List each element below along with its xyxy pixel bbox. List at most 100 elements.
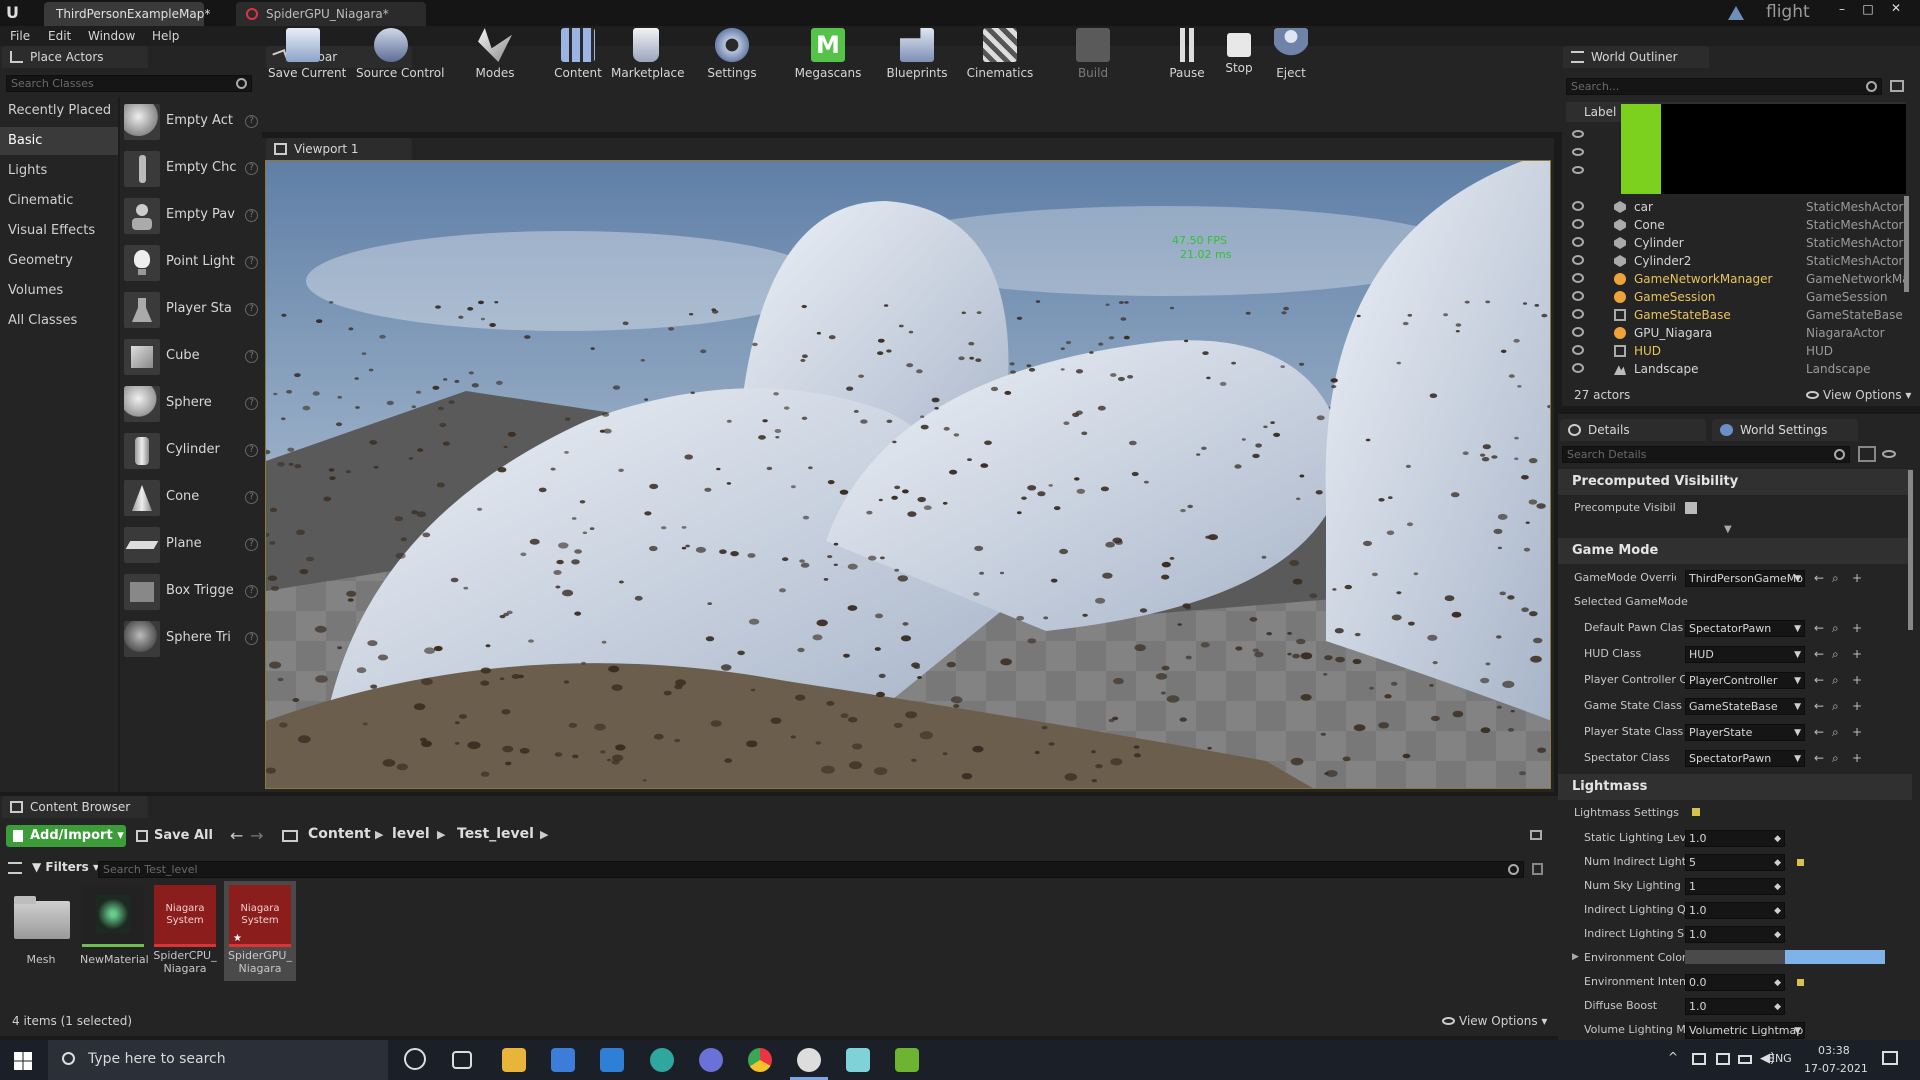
help-icon[interactable]: ? [245,256,258,269]
settings-button[interactable]: Settings [697,24,767,84]
asset-new-material[interactable]: NewMaterial [80,885,149,966]
outliner-search-input[interactable]: Search... [1566,78,1882,95]
browse-icon[interactable]: ⌕ [1832,700,1842,712]
hud-class-select[interactable]: HUD ▼ [1685,646,1805,663]
browse-icon[interactable]: ⌕ [1832,726,1842,738]
actor-empty-pawn[interactable]: Empty Pav? [122,194,258,238]
use-selected-arrow-icon[interactable]: ← [1814,648,1824,660]
outliner-row-gamestatebase[interactable]: GameStateBase GameStateBase [1562,306,1910,324]
reset-icon[interactable] [1692,808,1700,816]
reset-icon[interactable] [1797,979,1804,986]
category-all-classes[interactable]: All Classes [0,307,118,335]
eye-icon[interactable] [1572,291,1584,301]
use-selected-arrow-icon[interactable]: ← [1814,622,1824,634]
eye-icon[interactable] [1572,327,1584,337]
marketplace-button[interactable]: Marketplace [611,24,685,84]
asset-spidercpu-niagara[interactable]: Niagara System SpiderCPU_Niagara [152,885,218,975]
use-selected-arrow-icon[interactable]: ← [1814,674,1824,686]
add-icon[interactable]: + [1852,622,1862,634]
menu-file[interactable]: File [10,28,30,44]
browse-icon[interactable]: ⌕ [1832,674,1842,686]
source-control-icon[interactable] [1728,6,1744,20]
tab-spider-gpu-niagara[interactable]: SpiderGPU_Niagara* [236,2,426,26]
use-selected-arrow-icon[interactable]: ← [1814,726,1824,738]
save-search-icon[interactable] [1532,863,1543,875]
tray-chevron-icon[interactable]: ^ [1668,1050,1678,1064]
task-view-icon[interactable] [452,1051,472,1069]
details-eye-icon[interactable] [1882,450,1896,458]
actor-sphere[interactable]: Sphere? [122,382,258,426]
eye-icon[interactable] [1572,166,1584,174]
notepad-icon[interactable] [846,1048,870,1072]
volume-lighting-method-select[interactable]: Volumetric Lightmap ▼ [1685,1022,1805,1039]
tab-third-person-map[interactable]: ThirdPersonExampleMap* [44,2,210,26]
subsection-selected-gamemode[interactable]: Selected GameMode [1558,591,1912,613]
tab-details[interactable]: Details [1560,419,1706,441]
close-button[interactable]: ✕ [1886,1,1906,15]
add-icon[interactable]: + [1852,648,1862,660]
num-indirect-lighting-input[interactable]: 5 ◆ [1685,854,1785,871]
add-icon[interactable]: + [1852,674,1862,686]
actor-plane[interactable]: Plane? [122,523,258,567]
filters-button[interactable]: ▼ Filters ▾ [32,860,99,874]
sources-toggle-icon[interactable] [8,862,22,874]
store-icon[interactable] [551,1048,575,1072]
browse-icon[interactable]: ⌕ [1832,752,1842,764]
tab-viewport[interactable]: Viewport 1 [266,138,412,160]
add-icon[interactable]: + [1852,700,1862,712]
indirect-lighting-quality-input[interactable]: 1.0 ◆ [1685,902,1785,919]
actor-sphere-trigger[interactable]: Sphere Tri? [122,617,258,661]
search-classes-input[interactable]: Search Classes [6,75,252,92]
expand-arrow-icon[interactable]: ▼ [1724,524,1732,535]
category-geometry[interactable]: Geometry [0,247,118,275]
content-button[interactable]: Content [543,24,613,84]
maximize-button[interactable]: □ [1858,2,1878,16]
actor-empty-character[interactable]: Empty Chc? [122,147,258,191]
environment-intensity-input[interactable]: 0.0 ◆ [1685,974,1785,991]
expand-arrow-icon[interactable]: ▶ [1572,952,1579,962]
history-back-icon[interactable]: ← [230,826,243,845]
help-icon[interactable]: ? [245,115,258,128]
blueprints-button[interactable]: Blueprints [882,24,952,84]
category-lights[interactable]: Lights [0,157,118,185]
megascans-button[interactable]: M Megascans [793,24,863,84]
tray-battery-icon[interactable] [1738,1055,1752,1064]
menu-window[interactable]: Window [88,28,135,44]
actor-cone[interactable]: Cone? [122,476,258,520]
category-visual-effects[interactable]: Visual Effects [0,217,118,245]
tab-place-actors[interactable]: Place Actors [2,46,148,68]
eye-icon[interactable] [1572,201,1584,211]
menu-help[interactable]: Help [152,28,179,44]
mail-icon[interactable] [600,1048,624,1072]
help-icon[interactable]: ? [245,538,258,551]
clock-date[interactable]: 17-07-2021 [1804,1062,1868,1075]
section-lightmass[interactable]: Lightmass [1558,774,1912,800]
nvidia-icon[interactable] [895,1048,919,1072]
section-game-mode[interactable]: Game Mode [1558,538,1912,564]
content-view-options[interactable]: View Options ▾ [1442,1014,1547,1028]
outliner-row-car[interactable]: car StaticMeshActor [1562,198,1910,216]
asset-search-input[interactable]: Search Test_level [98,861,1524,878]
menu-edit[interactable]: Edit [48,28,71,44]
gamemode-override-select[interactable]: ThirdPersonGameMo ▼ [1685,570,1805,587]
outliner-row-gamenetworkmanager[interactable]: GameNetworkManager GameNetworkMa [1562,270,1910,288]
outliner-row-cylinder2[interactable]: Cylinder2 StaticMeshActor [1562,252,1910,270]
actor-cube[interactable]: Cube? [122,335,258,379]
help-icon[interactable]: ? [245,397,258,410]
category-cinematic[interactable]: Cinematic [0,187,118,215]
save-current-button[interactable]: Save Current [268,24,346,84]
actor-point-light[interactable]: Point Light? [122,241,258,285]
eye-icon[interactable] [1572,363,1584,373]
add-icon[interactable]: + [1852,726,1862,738]
game-state-select[interactable]: GameStateBase ▼ [1685,698,1805,715]
eye-icon[interactable] [1572,345,1584,355]
player-controller-select[interactable]: PlayerController ▼ [1685,672,1805,689]
help-icon[interactable]: ? [245,491,258,504]
tray-display-icon[interactable] [1716,1053,1730,1065]
diffuse-boost-input[interactable]: 1.0 ◆ [1685,998,1785,1015]
folder-tree-icon[interactable] [282,830,298,842]
breadcrumb-test-level[interactable]: Test_level [457,826,534,842]
asset-folder-mesh[interactable]: Mesh [8,885,74,966]
static-lighting-level-input[interactable]: 1.0 ◆ [1685,830,1785,847]
add-icon[interactable]: + [1852,752,1862,764]
